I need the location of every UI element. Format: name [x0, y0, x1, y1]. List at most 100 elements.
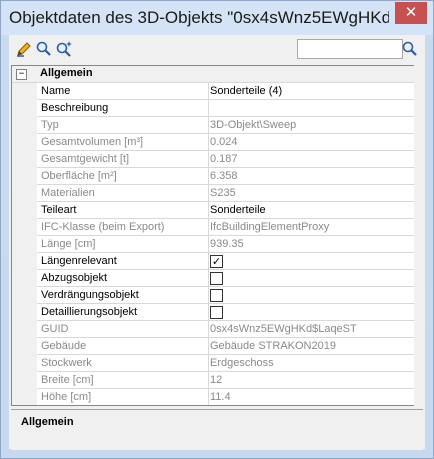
close-button[interactable]: ✕ — [395, 2, 427, 24]
property-row[interactable]: Name Sonderteile (4) — [12, 83, 414, 100]
row-gutter — [12, 100, 37, 117]
property-row[interactable]: Stockwerk Erdgeschoss — [12, 355, 414, 372]
description-panel: Allgemein — [11, 409, 423, 450]
toolbar — [9, 35, 425, 63]
property-value: 12 — [209, 372, 414, 389]
property-name: Typ — [37, 117, 209, 134]
row-gutter — [12, 219, 37, 236]
property-name: Höhe [cm] — [37, 389, 209, 405]
row-gutter — [12, 117, 37, 134]
property-row[interactable]: Verdrängungsobjekt — [12, 287, 414, 304]
property-name: Gebäude — [37, 338, 209, 355]
property-name: Verdrängungsobjekt — [37, 287, 209, 304]
row-gutter — [12, 151, 37, 168]
checkbox[interactable] — [210, 272, 223, 285]
grid-scrollbar[interactable] — [414, 65, 422, 406]
property-row[interactable]: Breite [cm] 12 — [12, 372, 414, 389]
property-value: S235 — [209, 185, 414, 202]
window-title: Objektdaten des 3D-Objekts "0sx4sWnz5EWg… — [9, 8, 389, 27]
magnifier-icon-svg — [36, 41, 51, 56]
group-label: Allgemein — [40, 67, 93, 79]
checkbox[interactable]: ✓ — [210, 255, 223, 268]
property-value: Gebäude STRAKON2019 — [209, 338, 414, 355]
property-row[interactable]: Detaillierungsobjekt — [12, 304, 414, 321]
property-value-cell — [209, 287, 414, 304]
pencil-icon-svg — [17, 42, 31, 57]
property-name: Breite [cm] — [37, 372, 209, 389]
property-value: 939.35 — [209, 236, 414, 253]
property-row[interactable]: Oberfläche [m²] 6.358 — [12, 168, 414, 185]
property-name: GUID — [37, 321, 209, 338]
row-gutter — [12, 304, 37, 321]
property-row[interactable]: Teileart Sonderteile — [12, 202, 414, 219]
row-gutter — [12, 287, 37, 304]
search-icon — [402, 41, 417, 56]
property-row[interactable]: Materialien S235 — [12, 185, 414, 202]
property-row[interactable]: Längenrelevant ✓ — [12, 253, 414, 270]
dialog-client: − Allgemein Name Sonderteile (4) Beschreib… — [9, 35, 425, 450]
property-name: IFC-Klasse (beim Export) — [37, 219, 209, 236]
group-header-allgemein[interactable]: − Allgemein — [12, 66, 414, 83]
property-name: Teileart — [37, 202, 209, 219]
property-name: Länge [cm] — [37, 236, 209, 253]
property-value: 0.187 — [209, 151, 414, 168]
title-bar[interactable]: Objektdaten des 3D-Objekts "0sx4sWnz5EWg… — [1, 1, 433, 35]
row-gutter — [12, 236, 37, 253]
magnifier-star-icon-svg — [56, 41, 72, 57]
row-gutter — [12, 338, 37, 355]
pencil-icon[interactable] — [15, 40, 33, 58]
collapse-icon[interactable]: − — [16, 69, 27, 80]
property-value: IfcBuildingElementProxy — [209, 219, 414, 236]
row-gutter — [12, 355, 37, 372]
row-gutter — [12, 202, 37, 219]
row-gutter — [12, 134, 37, 151]
property-value[interactable]: Sonderteile — [209, 202, 414, 219]
property-row[interactable]: Typ 3D-Objekt\Sweep — [12, 117, 414, 134]
property-name: Gesamtvolumen [m³] — [37, 134, 209, 151]
property-name: Beschreibung — [37, 100, 209, 117]
search-button[interactable] — [401, 40, 419, 58]
property-value[interactable]: Sonderteile (4) — [209, 83, 414, 100]
property-name: Oberfläche [m²] — [37, 168, 209, 185]
dialog-window: Objektdaten des 3D-Objekts "0sx4sWnz5EWg… — [0, 0, 434, 459]
description-title: Allgemein — [21, 416, 74, 428]
row-gutter — [12, 321, 37, 338]
property-value-cell — [209, 304, 414, 321]
property-row[interactable]: Gesamtgewicht [t] 0.187 — [12, 151, 414, 168]
property-row[interactable]: GUID 0sx4sWnz5EWgHKd$LaqeST — [12, 321, 414, 338]
property-row[interactable]: Höhe [cm] 11.4 — [12, 389, 414, 405]
property-name: Längenrelevant — [37, 253, 209, 270]
search-input[interactable] — [297, 39, 403, 59]
property-row[interactable]: Abzugsobjekt — [12, 270, 414, 287]
row-gutter — [12, 372, 37, 389]
property-name: Gesamtgewicht [t] — [37, 151, 209, 168]
checkbox[interactable] — [210, 306, 223, 319]
property-value-cell: ✓ — [209, 253, 414, 270]
property-value-cell — [209, 270, 414, 287]
property-row[interactable]: Länge [cm] 939.35 — [12, 236, 414, 253]
row-gutter — [12, 389, 37, 405]
property-value: Erdgeschoss — [209, 355, 414, 372]
property-name: Name — [37, 83, 209, 100]
property-row[interactable]: Gebäude Gebäude STRAKON2019 — [12, 338, 414, 355]
property-row[interactable]: IFC-Klasse (beim Export) IfcBuildingEleme… — [12, 219, 414, 236]
row-gutter — [12, 168, 37, 185]
property-value[interactable] — [209, 100, 414, 117]
property-value: 0sx4sWnz5EWgHKd$LaqeST — [209, 321, 414, 338]
property-value: 6.358 — [209, 168, 414, 185]
row-gutter — [12, 83, 37, 100]
magnifier-star-icon[interactable] — [55, 40, 73, 58]
row-gutter — [12, 270, 37, 287]
magnifier-icon[interactable] — [35, 40, 53, 58]
row-gutter — [12, 253, 37, 270]
property-value: 11.4 — [209, 389, 414, 405]
property-value: 0.024 — [209, 134, 414, 151]
property-name: Abzugsobjekt — [37, 270, 209, 287]
property-row[interactable]: Gesamtvolumen [m³] 0.024 — [12, 134, 414, 151]
property-name: Materialien — [37, 185, 209, 202]
property-row[interactable]: Beschreibung — [12, 100, 414, 117]
property-name: Detaillierungsobjekt — [37, 304, 209, 321]
property-name: Stockwerk — [37, 355, 209, 372]
checkbox[interactable] — [210, 289, 223, 302]
row-gutter — [12, 185, 37, 202]
